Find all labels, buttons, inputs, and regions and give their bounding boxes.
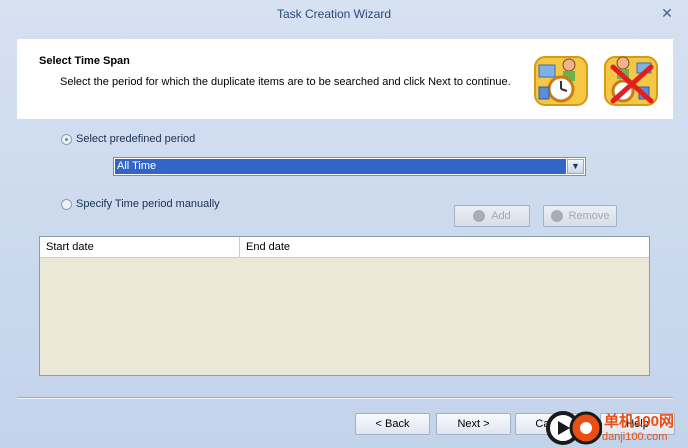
next-button[interactable]: Next > xyxy=(436,413,511,435)
back-button-label: < Back xyxy=(375,418,410,430)
duplicate-search-icon xyxy=(534,56,588,106)
remove-icon xyxy=(550,210,563,222)
manual-period-radio[interactable]: Specify Time period manually xyxy=(61,198,220,210)
predefined-period-label: Select predefined period xyxy=(76,133,196,145)
watermark-logo-icon xyxy=(546,411,602,445)
page-subtitle: Select the period for which the duplicat… xyxy=(60,76,511,88)
period-select-value: All Time xyxy=(115,159,566,174)
close-icon[interactable]: ✕ xyxy=(660,6,674,20)
window-title: Task Creation Wizard xyxy=(276,7,392,21)
watermark-en: danji100.com xyxy=(602,431,668,443)
period-select[interactable]: All Time ▼ xyxy=(113,157,586,176)
watermark: 单机100网 danji100.com xyxy=(540,407,688,448)
footer-divider xyxy=(17,397,673,399)
title-bar: Task Creation Wizard ✕ xyxy=(0,0,688,28)
add-button[interactable]: Add xyxy=(454,205,530,227)
column-end-date[interactable]: End date xyxy=(240,237,649,257)
wizard-window: Task Creation Wizard ✕ Select Time Span … xyxy=(0,0,688,448)
add-icon xyxy=(473,210,486,222)
chevron-down-icon[interactable]: ▼ xyxy=(567,159,584,174)
back-button[interactable]: < Back xyxy=(355,413,430,435)
manual-period-label: Specify Time period manually xyxy=(76,198,220,210)
watermark-cn: 单机100网 xyxy=(604,413,675,430)
radio-unchecked-icon xyxy=(61,198,72,210)
next-button-label: Next > xyxy=(457,418,490,430)
no-duplicates-icon xyxy=(604,56,658,106)
predefined-period-radio[interactable]: Select predefined period xyxy=(61,133,195,145)
column-start-date[interactable]: Start date xyxy=(40,237,240,257)
remove-button[interactable]: Remove xyxy=(543,205,617,227)
remove-button-label: Remove xyxy=(568,210,610,222)
radio-checked-icon xyxy=(61,133,72,145)
wizard-header: Select Time Span Select the period for w… xyxy=(17,39,673,119)
add-button-label: Add xyxy=(491,210,511,222)
table-header: Start date End date xyxy=(40,237,649,258)
page-title: Select Time Span xyxy=(39,55,130,67)
period-table[interactable]: Start date End date xyxy=(39,236,650,376)
